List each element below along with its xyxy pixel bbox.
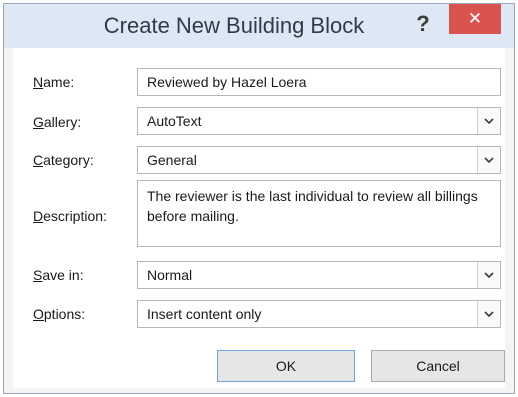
category-label: Category:	[33, 152, 94, 168]
ok-button[interactable]: OK	[217, 350, 355, 382]
save-in-value: Normal	[147, 267, 193, 283]
description-label: Description:	[33, 208, 107, 224]
chevron-down-icon[interactable]	[477, 301, 500, 327]
options-label: Options:	[33, 306, 86, 322]
name-label: Name:	[33, 74, 75, 90]
category-select[interactable]: General	[137, 146, 501, 174]
dialog-title: Create New Building Block	[103, 13, 365, 38]
save-in-select[interactable]: Normal	[137, 261, 501, 289]
cancel-button[interactable]: Cancel	[371, 350, 505, 382]
create-building-block-dialog: Create New Building Block ? ✕ Name: Revi…	[3, 3, 515, 394]
category-value: General	[147, 152, 197, 168]
chevron-down-icon[interactable]	[477, 147, 500, 173]
description-textarea[interactable]: The reviewer is the last individual to r…	[137, 180, 501, 247]
dialog-content: Name: Reviewed by Hazel Loera Gallery: A…	[13, 48, 505, 388]
chevron-down-icon[interactable]	[477, 108, 500, 134]
gallery-select[interactable]: AutoText	[137, 107, 501, 135]
name-field[interactable]: Reviewed by Hazel Loera	[137, 68, 501, 96]
save-in-label: Save in:	[33, 267, 84, 283]
title-bar: Create New Building Block ? ✕	[4, 4, 514, 48]
gallery-value: AutoText	[147, 113, 202, 129]
options-value: Insert content only	[147, 306, 262, 322]
name-value: Reviewed by Hazel Loera	[147, 74, 307, 90]
chevron-down-icon[interactable]	[477, 262, 500, 288]
close-icon[interactable]: ✕	[449, 4, 501, 34]
gallery-label: Gallery:	[33, 114, 82, 130]
help-icon[interactable]: ?	[408, 7, 438, 41]
options-select[interactable]: Insert content only	[137, 300, 501, 328]
